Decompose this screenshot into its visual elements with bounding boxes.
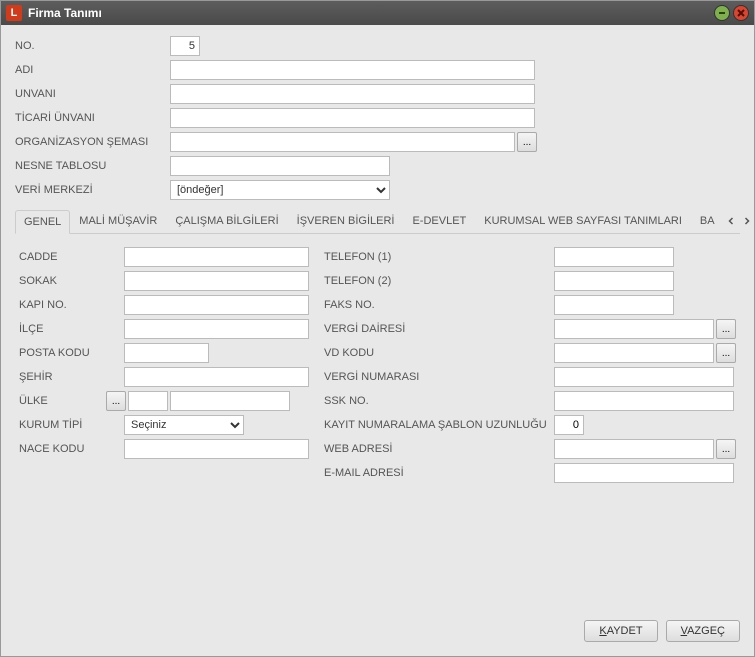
close-button[interactable] — [733, 5, 749, 21]
tab-isveren-bilgileri[interactable]: İŞVEREN BİGİLERİ — [288, 209, 404, 233]
tab-mali-musavir[interactable]: MALİ MÜŞAVİR — [70, 209, 166, 233]
web-adresi-lookup-button[interactable]: ... — [716, 439, 736, 459]
left-column: CADDE SOKAK KAPI NO. İLÇE POSTA KODU — [19, 246, 314, 588]
nace-kodu-input[interactable] — [124, 439, 309, 459]
tab-scroll-left-button[interactable] — [724, 214, 738, 228]
window: L Firma Tanımı NO. ADI UNVANI — [0, 0, 755, 657]
nesne-tablosu-input[interactable] — [170, 156, 390, 176]
vergi-numarasi-label: VERGİ NUMARASI — [324, 371, 554, 383]
sokak-input[interactable] — [124, 271, 309, 291]
ilce-input[interactable] — [124, 319, 309, 339]
right-column: TELEFON (1) TELEFON (2) FAKS NO. VERGİ D… — [324, 246, 736, 588]
sehir-input[interactable] — [124, 367, 309, 387]
telefon1-input[interactable] — [554, 247, 674, 267]
no-input[interactable] — [170, 36, 200, 56]
vd-kodu-input[interactable] — [554, 343, 714, 363]
vd-kodu-lookup-button[interactable]: ... — [716, 343, 736, 363]
minimize-button[interactable] — [714, 5, 730, 21]
org-semasi-input[interactable] — [170, 132, 515, 152]
ulke-name-input[interactable] — [170, 391, 290, 411]
titlebar: L Firma Tanımı — [1, 1, 754, 25]
kurum-tipi-label: KURUM TİPİ — [19, 419, 124, 431]
sokak-label: SOKAK — [19, 275, 124, 287]
ticari-unvani-input[interactable] — [170, 108, 535, 128]
ticari-unvani-label: TİCARİ ÜNVANI — [15, 112, 170, 124]
kapi-no-input[interactable] — [124, 295, 309, 315]
ulke-lookup-button[interactable]: ... — [106, 391, 126, 411]
posta-kodu-input[interactable] — [124, 343, 209, 363]
veri-merkezi-select[interactable]: [öndeğer] — [170, 180, 390, 200]
tab-ba[interactable]: BA — [691, 209, 724, 233]
content-area: NO. ADI UNVANI TİCARİ ÜNVANI ORGANİZASYO… — [1, 25, 754, 610]
vergi-dairesi-input[interactable] — [554, 319, 714, 339]
nace-kodu-label: NACE KODU — [19, 443, 124, 455]
unvani-input[interactable] — [170, 84, 535, 104]
veri-merkezi-label: VERİ MERKEZİ — [15, 184, 170, 196]
faks-no-input[interactable] — [554, 295, 674, 315]
ssk-no-input[interactable] — [554, 391, 734, 411]
top-form: NO. ADI UNVANI TİCARİ ÜNVANI ORGANİZASYO… — [15, 35, 740, 203]
titlebar-buttons — [714, 5, 749, 21]
posta-kodu-label: POSTA KODU — [19, 347, 124, 359]
chevron-left-icon — [727, 217, 735, 225]
tab-scroll-right-button[interactable] — [740, 214, 754, 228]
tab-content-genel: CADDE SOKAK KAPI NO. İLÇE POSTA KODU — [15, 234, 740, 600]
kayit-sablon-input[interactable] — [554, 415, 584, 435]
window-title: Firma Tanımı — [28, 6, 714, 20]
faks-no-label: FAKS NO. — [324, 299, 554, 311]
cadde-label: CADDE — [19, 251, 124, 263]
telefon1-label: TELEFON (1) — [324, 251, 554, 263]
vergi-dairesi-lookup-button[interactable]: ... — [716, 319, 736, 339]
tab-e-devlet[interactable]: E-DEVLET — [403, 209, 475, 233]
vergi-numarasi-input[interactable] — [554, 367, 734, 387]
ulke-code-input[interactable] — [128, 391, 168, 411]
org-semasi-lookup-button[interactable]: ... — [517, 132, 537, 152]
kapi-no-label: KAPI NO. — [19, 299, 124, 311]
no-label: NO. — [15, 40, 170, 52]
ulke-label: ÜLKE — [19, 395, 102, 407]
kayit-sablon-label: KAYIT NUMARALAMA ŞABLON UZUNLUĞU — [324, 419, 554, 431]
sehir-label: ŞEHİR — [19, 371, 124, 383]
tab-bar: GENEL MALİ MÜŞAVİR ÇALIŞMA BİLGİLERİ İŞV… — [15, 209, 740, 234]
tab-calisma-bilgileri[interactable]: ÇALIŞMA BİLGİLERİ — [166, 209, 287, 233]
email-adresi-input[interactable] — [554, 463, 734, 483]
ilce-label: İLÇE — [19, 323, 124, 335]
vergi-dairesi-label: VERGİ DAİRESİ — [324, 323, 554, 335]
adi-input[interactable] — [170, 60, 535, 80]
kurum-tipi-select[interactable]: Seçiniz — [124, 415, 244, 435]
org-semasi-label: ORGANİZASYON ŞEMASI — [15, 136, 170, 148]
email-adresi-label: E-MAIL ADRESİ — [324, 467, 554, 479]
web-adresi-input[interactable] — [554, 439, 714, 459]
footer: KAYDET VAZGEÇ — [1, 610, 754, 656]
close-icon — [736, 8, 746, 18]
tab-kurumsal-web[interactable]: KURUMSAL WEB SAYFASI TANIMLARI — [475, 209, 691, 233]
cancel-button[interactable]: VAZGEÇ — [666, 620, 740, 642]
ssk-no-label: SSK NO. — [324, 395, 554, 407]
unvani-label: UNVANI — [15, 88, 170, 100]
minimize-icon — [717, 8, 727, 18]
tab-genel[interactable]: GENEL — [15, 210, 70, 234]
nesne-tablosu-label: NESNE TABLOSU — [15, 160, 170, 172]
telefon2-input[interactable] — [554, 271, 674, 291]
cadde-input[interactable] — [124, 247, 309, 267]
telefon2-label: TELEFON (2) — [324, 275, 554, 287]
app-icon: L — [6, 5, 22, 21]
save-button[interactable]: KAYDET — [584, 620, 657, 642]
web-adresi-label: WEB ADRESİ — [324, 443, 554, 455]
chevron-right-icon — [743, 217, 751, 225]
vd-kodu-label: VD KODU — [324, 347, 554, 359]
adi-label: ADI — [15, 64, 170, 76]
